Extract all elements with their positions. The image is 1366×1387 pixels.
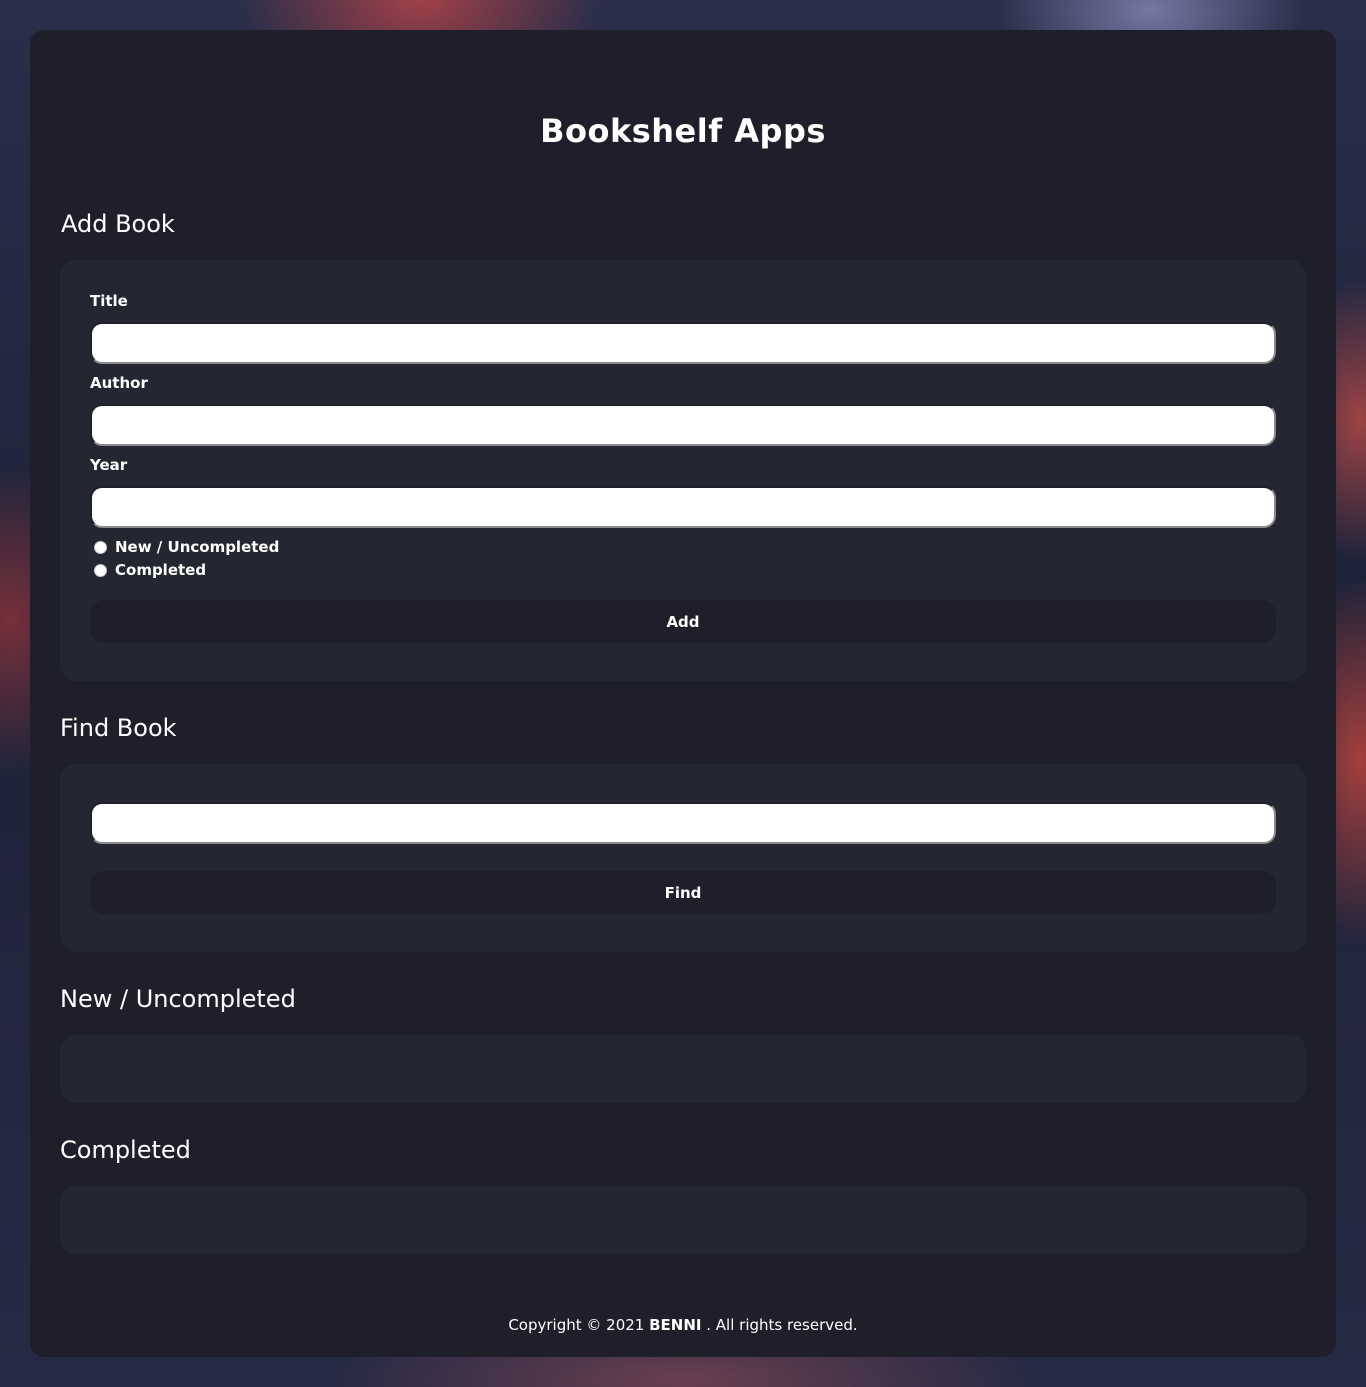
title-label: Title — [90, 292, 128, 310]
footer-brand: BENNI — [649, 1316, 702, 1334]
page-title: Bookshelf Apps — [540, 112, 826, 150]
add-book-heading: Add Book — [61, 210, 175, 238]
footer: Copyright © 2021 BENNI . All rights rese… — [30, 1316, 1336, 1334]
radio-uncompleted-label: New / Uncompleted — [115, 538, 280, 556]
year-input[interactable] — [90, 486, 1276, 528]
author-input[interactable] — [90, 404, 1276, 446]
footer-copyright-suffix: . All rights reserved. — [701, 1316, 858, 1334]
radio-button-icon[interactable] — [94, 563, 107, 577]
main-card: Bookshelf Apps Add Book Title Author Yea… — [30, 30, 1336, 1357]
title-input[interactable] — [90, 322, 1276, 364]
radio-uncompleted[interactable]: New / Uncompleted — [94, 538, 279, 556]
uncompleted-heading: New / Uncompleted — [60, 985, 296, 1013]
radio-completed-label: Completed — [115, 561, 207, 579]
add-button[interactable]: Add — [90, 600, 1276, 643]
find-book-panel: Find — [60, 764, 1306, 952]
uncompleted-book-list — [60, 1035, 1306, 1103]
find-book-heading: Find Book — [60, 714, 177, 742]
find-button[interactable]: Find — [90, 871, 1276, 914]
footer-copyright-prefix: Copyright © 2021 — [508, 1316, 650, 1334]
radio-completed[interactable]: Completed — [94, 561, 206, 579]
add-book-panel: Title Author Year New / Uncompleted Comp… — [60, 260, 1306, 681]
completed-book-list — [60, 1186, 1306, 1254]
radio-button-icon[interactable] — [94, 540, 107, 554]
year-label: Year — [90, 456, 128, 474]
author-label: Author — [90, 374, 148, 392]
search-input[interactable] — [90, 802, 1276, 844]
completed-heading: Completed — [60, 1136, 191, 1164]
